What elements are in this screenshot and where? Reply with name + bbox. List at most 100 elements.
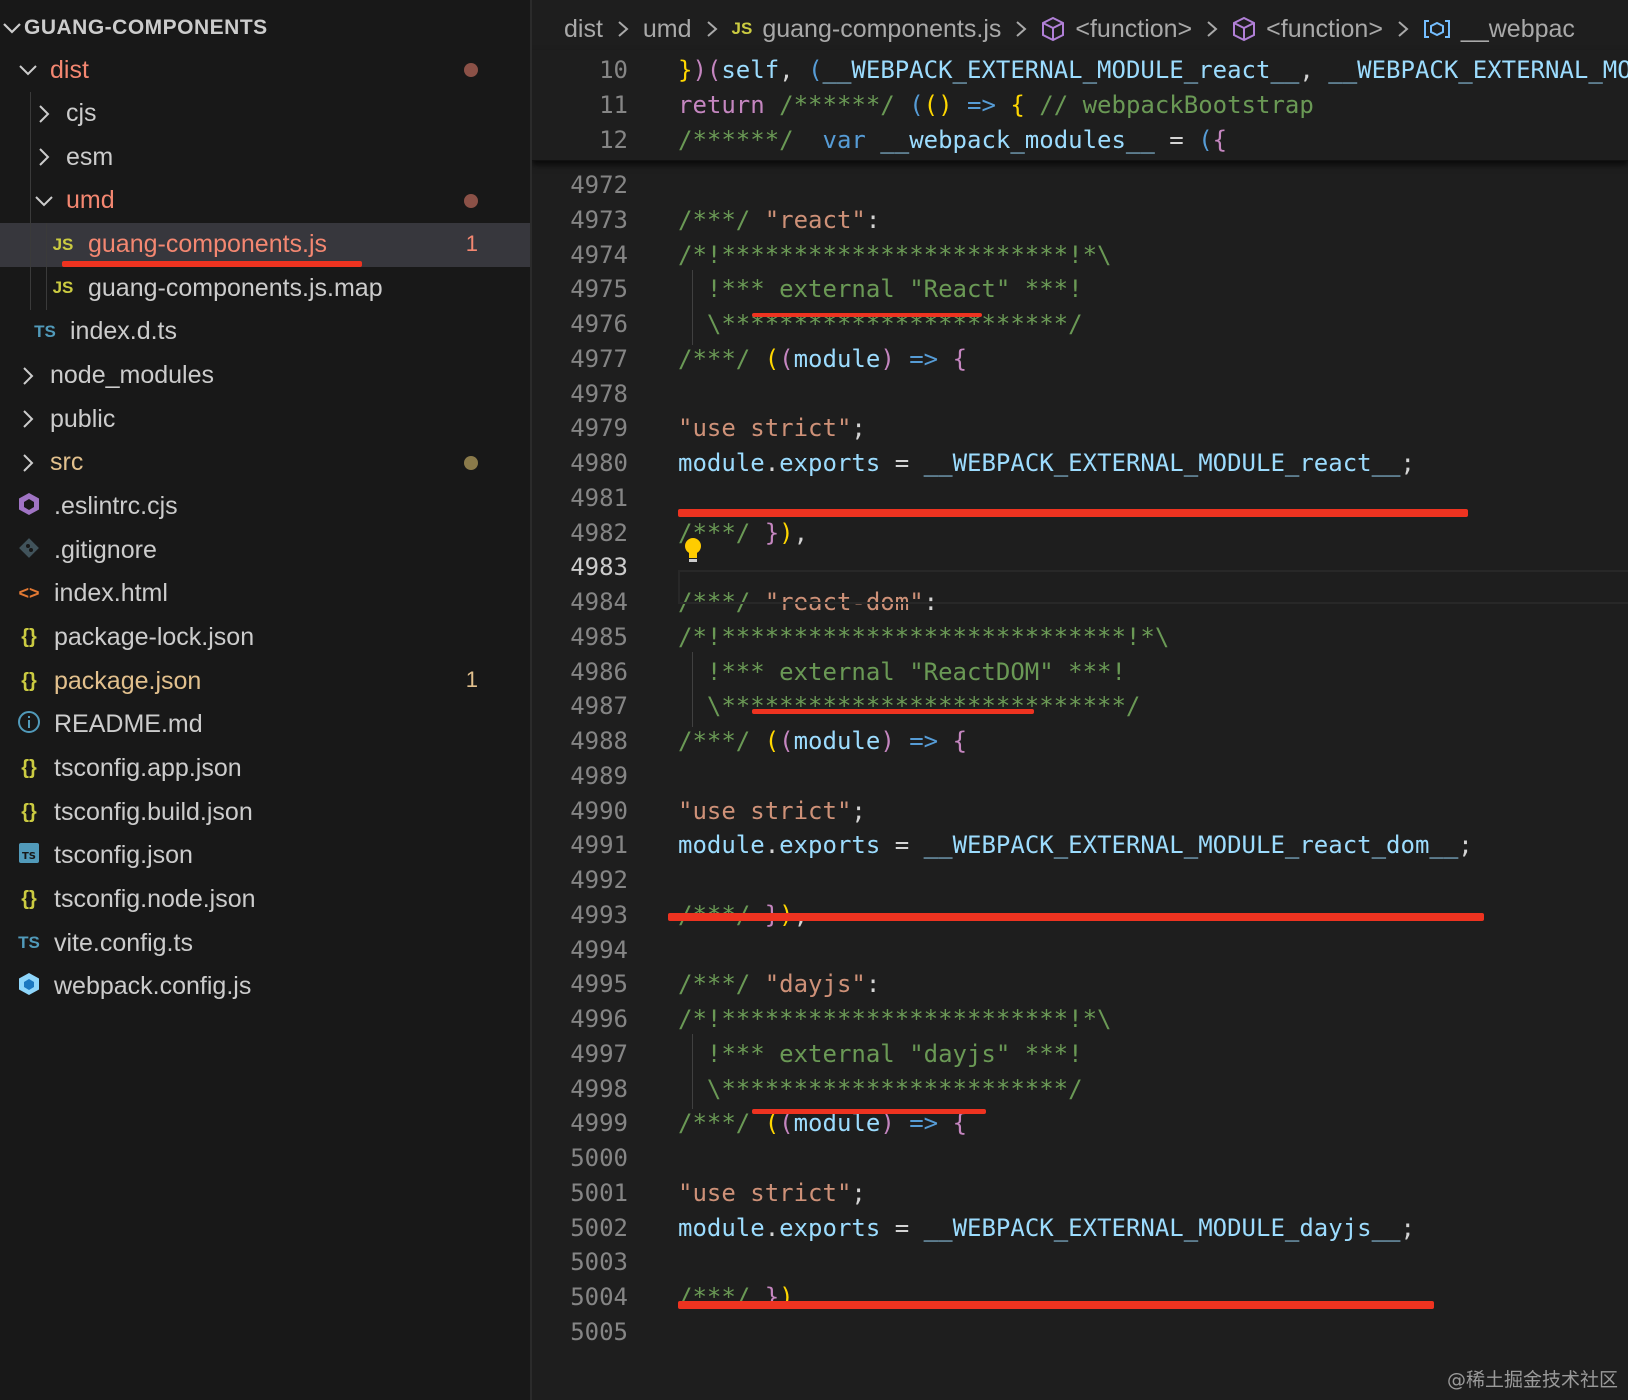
code-line[interactable]: 4995 /***/ "dayjs": xyxy=(532,966,1628,1002)
code-line[interactable]: 10})(self, (__WEBPACK_EXTERNAL_MODULE_re… xyxy=(532,52,1628,88)
code-text: !*** external "dayjs" ***! xyxy=(678,1039,1083,1068)
folder-dist[interactable]: dist xyxy=(0,48,530,92)
code-line[interactable]: 4991 module.exports = __WEBPACK_EXTERNAL_… xyxy=(532,827,1628,863)
code-line[interactable]: 4989 xyxy=(532,758,1628,794)
breadcrumb-item-dist[interactable]: dist xyxy=(564,15,603,44)
breadcrumb-label: guang-components.js xyxy=(762,14,1002,43)
tree-item-label: package.json xyxy=(54,666,202,695)
chevron-right-icon xyxy=(1204,18,1220,40)
file-tsconfig-node-json[interactable]: {} tsconfig.node.json xyxy=(0,877,530,921)
chevron-down-icon xyxy=(16,58,40,82)
json-file-icon: {} xyxy=(21,756,37,779)
code-line[interactable]: 4980 module.exports = __WEBPACK_EXTERNAL_… xyxy=(532,445,1628,481)
line-number: 5000 xyxy=(570,1144,628,1172)
code-line[interactable]: 5004 /***/ }), xyxy=(532,1279,1628,1315)
annotation-underline-module-dayjs xyxy=(678,1301,1434,1309)
file-package-lock-json[interactable]: {} package-lock.json xyxy=(0,615,530,659)
code-line[interactable]: 4998 \************************/ xyxy=(532,1071,1628,1107)
chevron-right-icon xyxy=(32,102,56,126)
file-readme-md[interactable]: README.md xyxy=(0,703,530,747)
code-line[interactable]: 4988 /***/ ((module) => { xyxy=(532,723,1628,759)
code-line[interactable]: 4997 !*** external "dayjs" ***! xyxy=(532,1036,1628,1072)
file-vite-config-ts[interactable]: TS vite.config.ts xyxy=(0,921,530,965)
file-tsconfig-build-json[interactable]: {} tsconfig.build.json xyxy=(0,790,530,834)
sticky-scroll-header[interactable]: 10})(self, (__WEBPACK_EXTERNAL_MODULE_re… xyxy=(532,50,1628,161)
code-line[interactable]: 4992 xyxy=(532,862,1628,898)
indent-guide xyxy=(692,652,693,727)
webpack-icon xyxy=(16,971,42,1002)
code-line[interactable]: 4985 /*!****************************!*\ xyxy=(532,619,1628,655)
code-text: /***/ "dayjs": xyxy=(678,970,881,999)
code-line[interactable]: 5005 xyxy=(532,1314,1628,1350)
folder-public[interactable]: public xyxy=(0,397,530,441)
breadcrumb-label: dist xyxy=(564,14,603,43)
breadcrumb-item-umd[interactable]: umd xyxy=(643,15,692,44)
code-text: \************************/ xyxy=(678,310,1083,338)
breadcrumb-item-guang-components-js[interactable]: JS guang-components.js xyxy=(732,15,1002,44)
code-line[interactable]: 4990 "use strict"; xyxy=(532,793,1628,829)
git-icon xyxy=(16,536,42,565)
line-number: 4990 xyxy=(570,796,628,825)
file-gitignore[interactable]: .gitignore xyxy=(0,528,530,572)
code-text: /******/ var __webpack_modules__ = ({ xyxy=(678,126,1228,154)
file-package-json[interactable]: {} package.json 1 xyxy=(0,659,530,703)
code-line[interactable]: 4986 !*** external "ReactDOM" ***! xyxy=(532,654,1628,690)
tree-item-label: tsconfig.app.json xyxy=(54,753,242,782)
file-eslintrc-cjs[interactable]: .eslintrc.cjs xyxy=(0,485,530,529)
line-number: 5005 xyxy=(570,1317,628,1346)
code-line[interactable]: 4975 !*** external "React" ***! xyxy=(532,271,1628,307)
code-line[interactable]: 4974 /*!************************!*\ xyxy=(532,237,1628,273)
folder-src[interactable]: src xyxy=(0,441,530,485)
code-line[interactable]: 4972 xyxy=(532,167,1628,203)
code-line[interactable]: 4996 /*!************************!*\ xyxy=(532,1001,1628,1037)
code-text: \************************/ xyxy=(678,1074,1083,1103)
code-line[interactable]: 5003 xyxy=(532,1244,1628,1280)
file-tsconfig-json[interactable]: TS tsconfig.json xyxy=(0,834,530,878)
code-line[interactable]: 4994 xyxy=(532,932,1628,968)
breadcrumb-item-webpac[interactable]: __webpac xyxy=(1423,15,1575,44)
code-line[interactable]: 4979 "use strict"; xyxy=(532,410,1628,446)
code-line[interactable]: 5000 xyxy=(532,1140,1628,1176)
code-line[interactable]: 4977 /***/ ((module) => { xyxy=(532,341,1628,377)
code-line[interactable]: 11 return /******/ (() => { // webpackBoo… xyxy=(532,87,1628,123)
folder-esm[interactable]: esm xyxy=(0,135,530,179)
file-index-html[interactable]: <> index.html xyxy=(0,572,530,616)
folder-cjs[interactable]: cjs xyxy=(0,92,530,136)
code-line[interactable]: 4973 /***/ "react": xyxy=(532,202,1628,238)
function-cube-icon xyxy=(1041,16,1065,42)
tree-item-label: umd xyxy=(66,186,115,215)
file-guang-components-js[interactable]: JS guang-components.js 1 xyxy=(0,222,530,267)
chevron-right-icon xyxy=(16,451,40,475)
folder-node-modules[interactable]: node_modules xyxy=(0,354,530,398)
chevron-right-icon xyxy=(704,18,720,40)
code-text: !*** external "ReactDOM" ***! xyxy=(678,657,1126,686)
json-file-icon: {} xyxy=(21,887,37,910)
line-number: 4973 xyxy=(570,205,628,234)
file-webpack-config-js[interactable]: webpack.config.js xyxy=(0,965,530,1009)
indent-guide xyxy=(692,270,693,345)
breadcrumb-item-function[interactable]: <function> xyxy=(1041,15,1192,44)
code-line[interactable]: 12 /******/ var __webpack_modules__ = ({ xyxy=(532,122,1628,158)
watermark: @稀土掘金技术社区 xyxy=(1446,1369,1618,1391)
explorer-root-header[interactable]: GUANG-COMPONENTS xyxy=(0,6,530,50)
code-text: /***/ ((module) => { xyxy=(678,727,968,755)
tree-item-label: guang-components.js xyxy=(88,230,328,259)
code-line[interactable]: 4999/***/ ((module) => { xyxy=(532,1105,1628,1141)
code-line[interactable]: 5002 module.exports = __WEBPACK_EXTERNAL_… xyxy=(532,1210,1628,1246)
lightbulb-icon[interactable] xyxy=(682,536,704,569)
file-guang-components-js-map[interactable]: JS guang-components.js.map xyxy=(0,266,530,310)
code-text: !*** external "React" ***! xyxy=(678,275,1083,304)
tree-item-label: webpack.config.js xyxy=(54,972,252,1001)
breadcrumb-item-function[interactable]: <function> xyxy=(1232,15,1383,44)
code-line[interactable]: 4976 \************************/ xyxy=(532,306,1628,342)
file-index-d-ts[interactable]: TS index.d.ts xyxy=(0,310,530,354)
typescript-file-icon: TS xyxy=(34,321,56,341)
code-editor[interactable]: dist umd JS guang-components.js <function> <f… xyxy=(532,0,1628,1400)
folder-umd[interactable]: umd xyxy=(0,179,530,223)
line-number: 4985 xyxy=(570,622,628,651)
line-number: 4980 xyxy=(570,449,628,477)
code-line[interactable]: 4987 \****************************/ xyxy=(532,688,1628,724)
code-line[interactable]: 5001 "use strict"; xyxy=(532,1175,1628,1211)
code-line[interactable]: 4978 xyxy=(532,376,1628,412)
file-tsconfig-app-json[interactable]: {} tsconfig.app.json xyxy=(0,746,530,790)
